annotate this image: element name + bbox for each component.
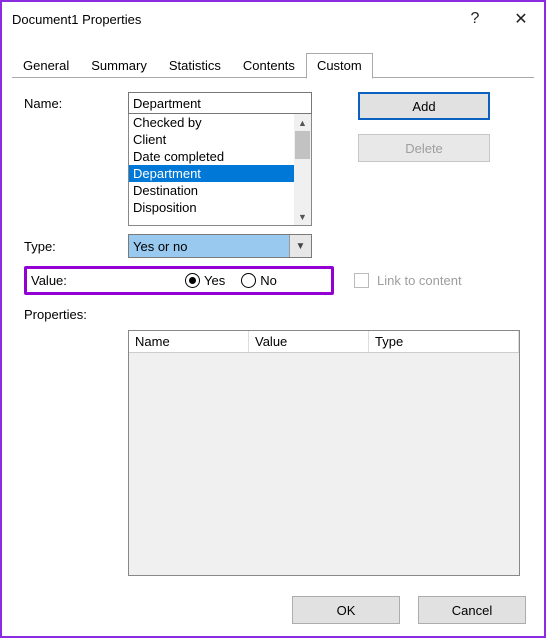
scroll-thumb[interactable] xyxy=(295,131,310,159)
tab-statistics[interactable]: Statistics xyxy=(158,53,232,78)
add-button[interactable]: Add xyxy=(358,92,490,120)
value-radios: Yes No xyxy=(185,273,277,288)
right-buttons: Add Delete xyxy=(358,92,490,162)
properties-table: Name Value Type xyxy=(128,330,520,576)
properties-header: Name Value Type xyxy=(129,331,519,353)
properties-body xyxy=(129,353,519,575)
suggestion-scrollbar[interactable]: ▲ ▼ xyxy=(294,114,311,225)
type-row: Type: Yes or no ▼ xyxy=(24,234,526,258)
scroll-track[interactable] xyxy=(294,131,311,208)
tab-summary[interactable]: Summary xyxy=(80,53,158,78)
radio-icon xyxy=(185,273,200,288)
suggestion-item[interactable]: Client xyxy=(129,131,294,148)
tab-custom[interactable]: Custom xyxy=(306,53,373,79)
name-row: Name: Checked by Client Date completed D… xyxy=(24,92,526,226)
col-header-name[interactable]: Name xyxy=(129,331,249,352)
link-checkbox xyxy=(354,273,369,288)
name-group: Checked by Client Date completed Departm… xyxy=(128,92,312,226)
help-button[interactable]: ? xyxy=(452,2,498,36)
scroll-up-icon[interactable]: ▲ xyxy=(294,114,311,131)
name-label: Name: xyxy=(24,92,128,111)
ok-button[interactable]: OK xyxy=(292,596,400,624)
type-label: Type: xyxy=(24,239,128,254)
col-header-value[interactable]: Value xyxy=(249,331,369,352)
delete-button: Delete xyxy=(358,134,490,162)
name-input[interactable] xyxy=(128,92,312,114)
suggestion-item[interactable]: Department xyxy=(129,165,294,182)
tab-general[interactable]: General xyxy=(12,53,80,78)
radio-no-label: No xyxy=(260,273,277,288)
link-to-content: Link to content xyxy=(354,273,462,288)
suggestion-items[interactable]: Checked by Client Date completed Departm… xyxy=(129,114,294,225)
tab-contents[interactable]: Contents xyxy=(232,53,306,78)
value-label: Value: xyxy=(27,273,127,288)
properties-row: Properties: xyxy=(24,303,526,322)
value-row-highlight: Value: Yes No xyxy=(24,266,334,295)
help-icon: ? xyxy=(471,10,480,28)
type-select[interactable]: Yes or no ▼ xyxy=(128,234,312,258)
titlebar: Document1 Properties ? ✕ xyxy=(2,2,544,36)
type-value: Yes or no xyxy=(133,239,187,254)
col-header-type[interactable]: Type xyxy=(369,331,519,352)
properties-label: Properties: xyxy=(24,303,128,322)
suggestion-item[interactable]: Disposition xyxy=(129,199,294,216)
radio-no[interactable]: No xyxy=(241,273,277,288)
suggestion-item[interactable]: Date completed xyxy=(129,148,294,165)
radio-yes[interactable]: Yes xyxy=(185,273,225,288)
content-panel: Name: Checked by Client Date completed D… xyxy=(2,78,544,586)
close-button[interactable]: ✕ xyxy=(498,2,544,36)
chevron-down-icon: ▼ xyxy=(289,235,311,257)
name-suggestion-list: Checked by Client Date completed Departm… xyxy=(128,114,312,226)
cancel-button[interactable]: Cancel xyxy=(418,596,526,624)
tab-strip: General Summary Statistics Contents Cust… xyxy=(2,52,544,78)
footer-buttons: OK Cancel xyxy=(292,596,526,624)
window-title: Document1 Properties xyxy=(12,12,452,27)
suggestion-item[interactable]: Destination xyxy=(129,182,294,199)
radio-icon xyxy=(241,273,256,288)
link-content-label: Link to content xyxy=(377,273,462,288)
close-icon: ✕ xyxy=(514,9,527,29)
radio-yes-label: Yes xyxy=(204,273,225,288)
value-link-row: Value: Yes No Link to content xyxy=(24,266,526,295)
scroll-down-icon[interactable]: ▼ xyxy=(294,208,311,225)
suggestion-item[interactable]: Checked by xyxy=(129,114,294,131)
